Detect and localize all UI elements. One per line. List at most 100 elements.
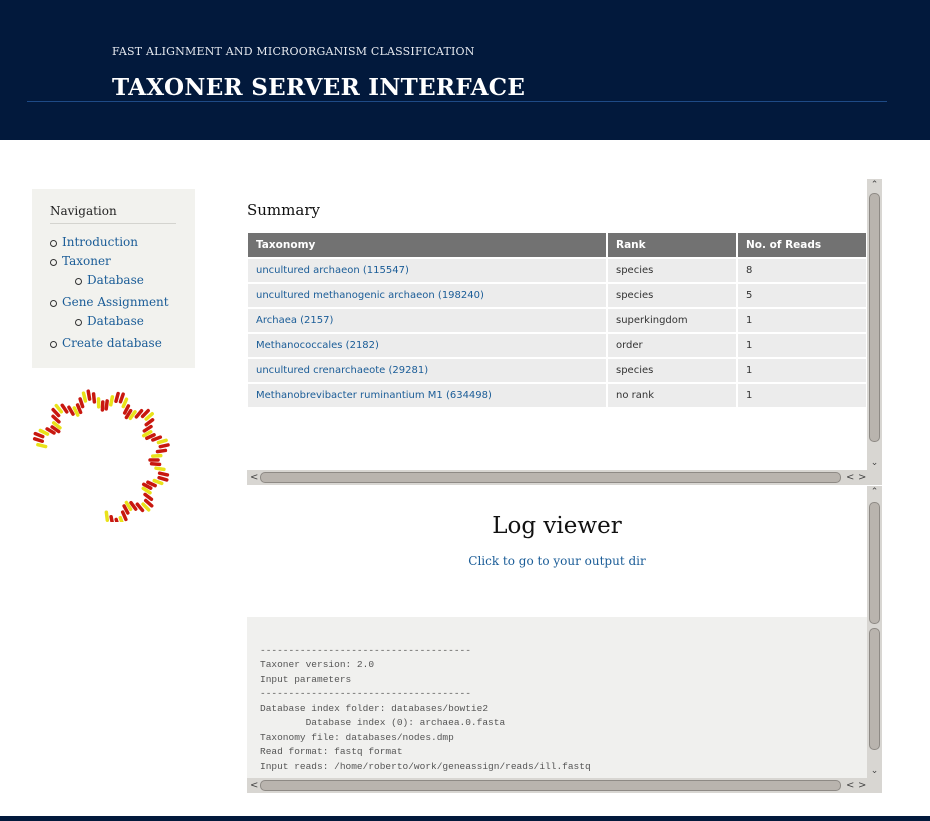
nav-item-create-database: Create database	[50, 334, 177, 353]
helix-segment	[33, 431, 45, 439]
helix-segment	[109, 395, 115, 407]
helix-segment	[146, 480, 157, 488]
taxonomy-link[interactable]: Methanococcales (2182)	[256, 340, 379, 351]
helix-segment	[114, 517, 119, 522]
table-row: uncultured methanogenic archaeon (198240…	[248, 284, 866, 307]
taxonomy-link[interactable]: Methanobrevibacter ruminantium M1 (63449…	[256, 390, 492, 401]
taxonomy-cell: uncultured crenarchaeote (29281)	[248, 359, 606, 382]
helix-segment	[157, 475, 169, 482]
helix-segment	[86, 389, 92, 401]
helix-segment	[151, 435, 163, 442]
taxonomy-link[interactable]: Archaea (2157)	[256, 315, 333, 326]
scroll-down-icon[interactable]: ⌄	[867, 765, 882, 778]
scroll-down-icon[interactable]: ⌄	[867, 457, 882, 470]
helix-segment	[155, 448, 168, 454]
nav-link-gene-assignment[interactable]: Gene Assignment	[62, 295, 169, 309]
site-header: FAST ALIGNMENT AND MICROORGANISM CLASSIF…	[0, 0, 930, 140]
taxonomy-link[interactable]: uncultured methanogenic archaeon (198240…	[256, 290, 484, 301]
scroll-left-icon[interactable]: <	[250, 470, 258, 485]
scrollbar-track-lower[interactable]	[869, 628, 880, 750]
taxonomy-cell: uncultured archaeon (115547)	[248, 259, 606, 282]
helix-segment	[81, 391, 88, 403]
helix-segment	[144, 412, 154, 421]
taxonomy-table: Taxonomy Rank No. of Reads uncultured ar…	[246, 231, 868, 409]
log-line: Input parameters	[260, 673, 352, 685]
log-line: Database index (0): archaea.0.fasta	[260, 717, 506, 728]
summary-panel: Summary Taxonomy Rank No. of Reads uncul…	[247, 179, 882, 485]
scroll-left-icon[interactable]: <	[846, 470, 854, 485]
output-dir-link-wrap: Click to go to your output dir	[247, 554, 867, 568]
nav-link-taxoner-database[interactable]: Database	[87, 273, 144, 287]
helix-segment	[154, 466, 166, 472]
helix-segment	[121, 397, 129, 409]
helix-segment	[104, 510, 110, 522]
rank-cell: no rank	[608, 384, 736, 407]
reads-cell: 1	[738, 309, 866, 332]
site-subtitle: FAST ALIGNMENT AND MICROORGANISM CLASSIF…	[112, 45, 475, 58]
taxonomy-cell: Archaea (2157)	[248, 309, 606, 332]
table-row: Methanobrevibacter ruminantium M1 (63449…	[248, 384, 866, 407]
reads-cell: 1	[738, 359, 866, 382]
table-header-row: Taxonomy Rank No. of Reads	[248, 233, 866, 257]
table-row: uncultured archaeon (115547) species 8	[248, 259, 866, 282]
helix-segment	[91, 392, 97, 404]
scroll-up-icon[interactable]: ⌃	[867, 179, 882, 192]
helix-segment	[156, 438, 168, 445]
helix-segment	[109, 514, 114, 522]
nav-link-create-database[interactable]: Create database	[62, 336, 162, 350]
scroll-up-icon[interactable]: ⌃	[867, 486, 882, 499]
nav-link-taxoner[interactable]: Taxoner	[62, 254, 111, 268]
scrollbar-thumb[interactable]	[869, 193, 880, 442]
nav-link-introduction[interactable]: Introduction	[62, 235, 138, 249]
helix-segment	[72, 406, 80, 417]
log-vertical-scrollbar[interactable]: ⌃ ⌄	[867, 486, 882, 778]
taxonomy-cell: Methanococcales (2182)	[248, 334, 606, 357]
nav-sublist-gene-assignment: Database	[62, 312, 177, 331]
table-row: uncultured crenarchaeote (29281) species…	[248, 359, 866, 382]
helix-segment	[51, 414, 61, 424]
nav-sublist-taxoner: Database	[62, 271, 177, 290]
helix-segment	[104, 399, 109, 411]
summary-horizontal-scrollbar[interactable]: < < >	[247, 470, 882, 485]
scrollbar-thumb[interactable]	[869, 502, 880, 624]
summary-vertical-scrollbar[interactable]: ⌃ ⌄	[867, 179, 882, 470]
helix-segment	[140, 408, 150, 419]
nav-item-introduction: Introduction	[50, 233, 177, 252]
table-row: Methanococcales (2182) order 1	[248, 334, 866, 357]
log-line: Read format: fastq format	[260, 746, 403, 757]
log-panel: Log viewer Click to go to your output di…	[247, 486, 882, 793]
log-line: -------------------------------------	[260, 644, 471, 656]
output-dir-link[interactable]: Click to go to your output dir	[468, 554, 645, 568]
nav-item-gene-assignment-database: Database	[75, 312, 177, 331]
helix-segment	[143, 498, 154, 508]
helix-segment	[114, 391, 120, 404]
helix-segment	[157, 471, 170, 477]
log-horizontal-scrollbar[interactable]: < < >	[247, 778, 882, 793]
helix-segment	[38, 428, 50, 436]
log-line: Taxoner version: 2.0	[260, 659, 375, 670]
helix-segment	[118, 515, 124, 522]
taxonomy-link[interactable]: uncultured archaeon (115547)	[256, 265, 409, 276]
taxonomy-link[interactable]: uncultured crenarchaeote (29281)	[256, 365, 428, 376]
helix-segment	[118, 392, 125, 404]
scroll-left-icon[interactable]: <	[846, 778, 854, 793]
helix-segment	[145, 433, 156, 440]
scroll-right-icon[interactable]: >	[858, 470, 866, 485]
site-footer	[0, 816, 930, 821]
scroll-left-icon[interactable]: <	[250, 778, 258, 793]
helix-segment	[78, 397, 85, 409]
summary-title: Summary	[247, 201, 320, 219]
scroll-right-icon[interactable]: >	[858, 778, 866, 793]
site-title: TAXONER SERVER INTERFACE	[112, 74, 526, 101]
navigation-box: Navigation Introduction Taxoner Database…	[32, 189, 195, 368]
scrollbar-thumb[interactable]	[260, 472, 841, 483]
reads-cell: 8	[738, 259, 866, 282]
navigation-list: Introduction Taxoner Database Gene Assig…	[50, 233, 177, 353]
navigation-title: Navigation	[50, 204, 176, 224]
log-line: Taxonomy file: databases/nodes.dmp	[260, 731, 454, 743]
log-viewer-title: Log viewer	[492, 513, 622, 539]
taxonomy-cell: Methanobrevibacter ruminantium M1 (63449…	[248, 384, 606, 407]
scrollbar-thumb[interactable]	[260, 780, 841, 791]
nav-link-gene-assignment-database[interactable]: Database	[87, 314, 144, 328]
rank-cell: species	[608, 359, 736, 382]
